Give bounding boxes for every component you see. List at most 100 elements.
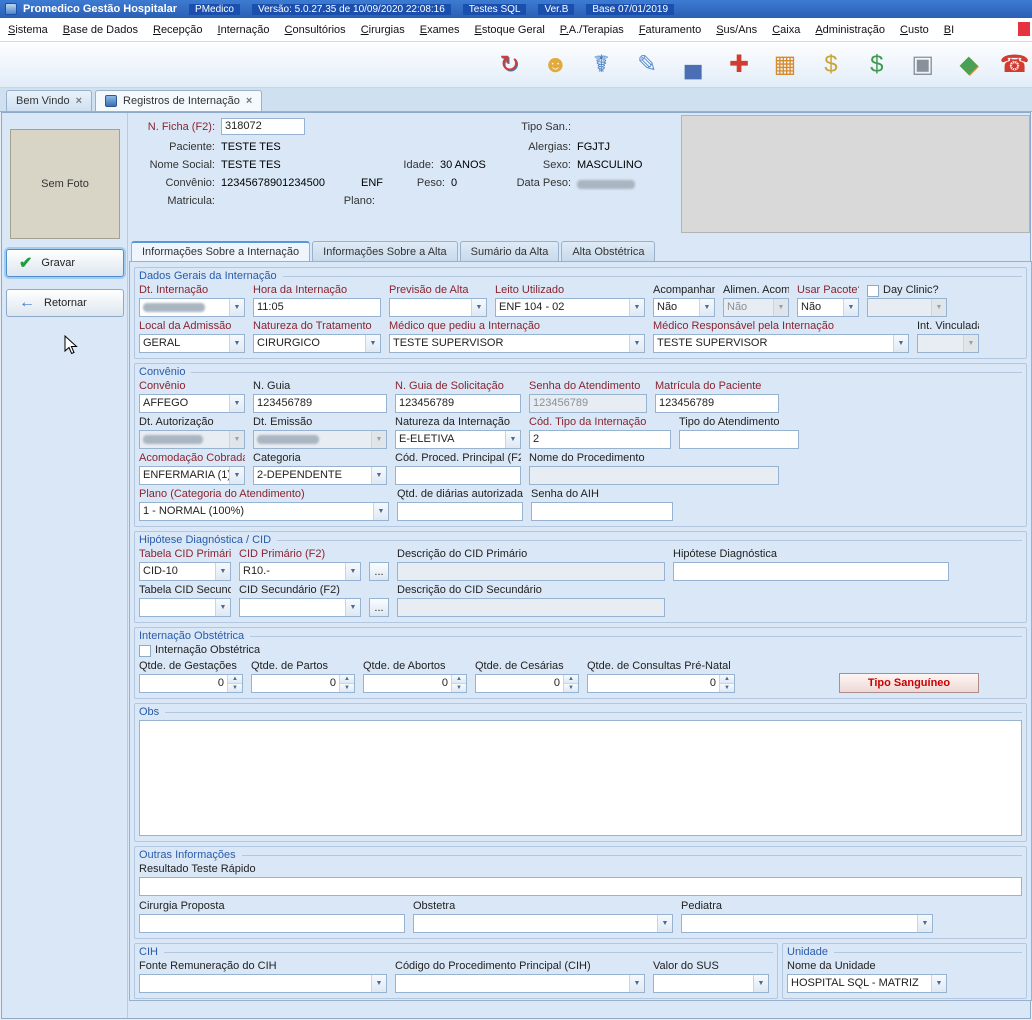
menu-item-cirurgias[interactable]: Cirurgias <box>361 24 405 36</box>
cid-primario-combo[interactable]: R10.- <box>239 562 361 581</box>
menu-item-faturamento[interactable]: Faturamento <box>639 24 701 36</box>
chevron-down-icon[interactable] <box>843 299 858 316</box>
toolbar-button-patients[interactable]: ☻ <box>538 46 573 84</box>
menu-item-recepcao[interactable]: Recepção <box>153 24 203 36</box>
spin-up-icon[interactable] <box>452 675 466 683</box>
close-icon[interactable]: × <box>76 95 82 107</box>
usar-pacote-combo[interactable]: Não <box>797 298 859 317</box>
dt-emissao-combo[interactable] <box>253 430 387 449</box>
tipo-atendimento-input[interactable] <box>679 430 799 449</box>
toolbar-button-sync[interactable]: ↻ <box>492 46 527 84</box>
obs-textarea[interactable] <box>139 720 1022 836</box>
menu-item-estoque-geral[interactable]: Estoque Geral <box>474 24 544 36</box>
spin-down-icon[interactable] <box>340 683 354 692</box>
chevron-down-icon[interactable] <box>229 299 244 316</box>
qtde-partos-spinner[interactable]: 0 <box>251 674 355 693</box>
categoria-combo[interactable]: 2-DEPENDENTE <box>253 466 387 485</box>
medico-responsavel-combo[interactable]: TESTE SUPERVISOR <box>653 334 909 353</box>
qtde-abortos-spinner[interactable]: 0 <box>363 674 467 693</box>
natureza-internacao-combo[interactable]: E-ELETIVA <box>395 430 521 449</box>
save-button[interactable]: ✔ Gravar <box>6 249 124 277</box>
spin-up-icon[interactable] <box>720 675 734 683</box>
acompanhante-combo[interactable]: Não <box>653 298 715 317</box>
acomodacao-cobrada-combo[interactable]: ENFERMARIA (1) <box>139 466 245 485</box>
resultado-teste-rapido-input[interactable] <box>139 877 1022 896</box>
qtd-diarias-input[interactable] <box>397 502 523 521</box>
toolbar-button-map[interactable]: ◆ <box>951 46 986 84</box>
menu-item-base-de-dados[interactable]: Base de Dados <box>63 24 138 36</box>
chevron-down-icon[interactable] <box>229 335 244 352</box>
spin-down-icon[interactable] <box>228 683 242 692</box>
menu-item-exames[interactable]: Exames <box>420 24 460 36</box>
toolbar-button-doctor[interactable]: ☤ <box>584 46 619 84</box>
tab-registros-de-internacao[interactable]: Registros de Internação × <box>95 90 262 111</box>
natureza-tratamento-combo[interactable]: CIRURGICO <box>253 334 381 353</box>
menu-item-consultorios[interactable]: Consultórios <box>285 24 346 36</box>
chevron-down-icon[interactable] <box>753 975 768 992</box>
toolbar-button-phone[interactable]: ☎ <box>997 46 1032 84</box>
tab-alta-obstetrica[interactable]: Alta Obstétrica <box>561 241 655 261</box>
menu-item-internacao[interactable]: Internação <box>218 24 270 36</box>
close-icon[interactable]: × <box>246 95 252 107</box>
nome-unidade-combo[interactable]: HOSPITAL SQL - MATRIZ <box>787 974 947 993</box>
convenio-combo[interactable]: AFFEGO <box>139 394 245 413</box>
toolbar-button-bed[interactable]: ▄ <box>676 46 711 84</box>
cirurgia-proposta-input[interactable] <box>139 914 405 933</box>
spin-down-icon[interactable] <box>452 683 466 692</box>
menu-item-bi[interactable]: BI <box>944 24 954 36</box>
chevron-down-icon[interactable] <box>345 563 360 580</box>
qtde-prenatal-spinner[interactable]: 0 <box>587 674 735 693</box>
cod-proced-principal-input[interactable] <box>395 466 521 485</box>
chevron-down-icon[interactable] <box>699 299 714 316</box>
dt-autorizacao-combo[interactable] <box>139 430 245 449</box>
n-guia-solicitacao-input[interactable]: 123456789 <box>395 394 521 413</box>
spin-up-icon[interactable] <box>340 675 354 683</box>
chevron-down-icon[interactable] <box>917 915 932 932</box>
pediatra-combo[interactable] <box>681 914 933 933</box>
senha-aih-input[interactable] <box>531 502 673 521</box>
menu-item-custo[interactable]: Custo <box>900 24 929 36</box>
cid-primario-lookup-button[interactable]: ... <box>369 562 389 581</box>
day-clinic-checkbox[interactable] <box>867 285 879 297</box>
tab-informacoes-internacao[interactable]: Informações Sobre a Internação <box>131 241 310 261</box>
toolbar-button-safe[interactable]: ▣ <box>905 46 940 84</box>
chevron-down-icon[interactable] <box>345 599 360 616</box>
tab-bem-vindo[interactable]: Bem Vindo × <box>6 90 92 111</box>
tipo-sanguineo-button[interactable]: Tipo Sanguíneo <box>839 673 979 693</box>
chevron-down-icon[interactable] <box>629 975 644 992</box>
tab-sumario-alta[interactable]: Sumário da Alta <box>460 241 560 261</box>
toolbar-button-ambulance[interactable]: ✚ <box>722 46 757 84</box>
chevron-down-icon[interactable] <box>229 395 244 412</box>
chevron-down-icon[interactable] <box>629 335 644 352</box>
hipotese-diagnostica-input[interactable] <box>673 562 949 581</box>
medico-pediu-combo[interactable]: TESTE SUPERVISOR <box>389 334 645 353</box>
dt-internacao-combo[interactable] <box>139 298 245 317</box>
qtde-gestacoes-spinner[interactable]: 0 <box>139 674 243 693</box>
obstetra-combo[interactable] <box>413 914 673 933</box>
toolbar-button-prescription[interactable]: ✎ <box>630 46 665 84</box>
chevron-down-icon[interactable] <box>629 299 644 316</box>
spin-up-icon[interactable] <box>564 675 578 683</box>
menu-item-pa-terapias[interactable]: P.A./Terapias <box>560 24 624 36</box>
tab-informacoes-alta[interactable]: Informações Sobre a Alta <box>312 241 458 261</box>
fonte-remuneracao-cih-combo[interactable] <box>139 974 387 993</box>
toolbar-button-billing[interactable]: $ <box>813 46 848 84</box>
chevron-down-icon[interactable] <box>373 503 388 520</box>
alimen-acompa-combo[interactable]: Não <box>723 298 789 317</box>
chevron-down-icon[interactable] <box>371 431 386 448</box>
ficha-input[interactable]: 318072 <box>221 118 305 135</box>
qtde-cesarias-spinner[interactable]: 0 <box>475 674 579 693</box>
codigo-procedimento-cih-combo[interactable] <box>395 974 645 993</box>
cid-secundario-lookup-button[interactable]: ... <box>369 598 389 617</box>
toolbar-button-money[interactable]: $ <box>859 46 894 84</box>
valor-sus-combo[interactable] <box>653 974 769 993</box>
n-guia-input[interactable]: 123456789 <box>253 394 387 413</box>
toolbar-button-supplies[interactable]: ▦ <box>768 46 803 84</box>
chevron-down-icon[interactable] <box>893 335 908 352</box>
chevron-down-icon[interactable] <box>215 599 230 616</box>
chevron-down-icon[interactable] <box>505 431 520 448</box>
cod-tipo-internacao-input[interactable]: 2 <box>529 430 671 449</box>
previsao-alta-combo[interactable] <box>389 298 487 317</box>
plano-categoria-combo[interactable]: 1 - NORMAL (100%) <box>139 502 389 521</box>
chevron-down-icon[interactable] <box>215 563 230 580</box>
